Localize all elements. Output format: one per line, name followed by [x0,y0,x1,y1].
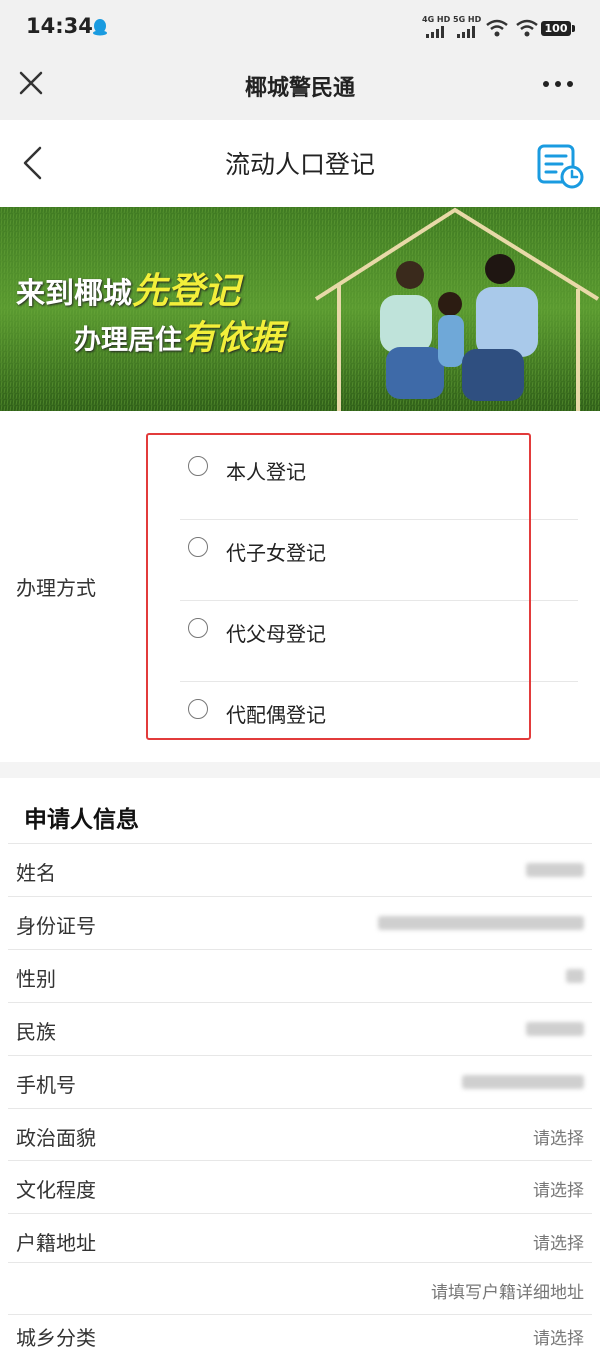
option-label: 代配偶登记 [226,703,326,727]
app-title: 椰城警民通 [244,76,355,101]
page-title: 流动人口登记 [224,150,375,179]
field-row-id-number[interactable]: 身份证号 [8,896,592,950]
masked-value [526,863,584,877]
option-label: 本人登记 [226,460,306,484]
address-detail-input[interactable]: 请填写户籍详细地址 [431,1278,584,1303]
select-placeholder[interactable]: 请选择 [533,1229,584,1254]
field-label: 姓名 [16,861,56,885]
wifi-share-icon [486,19,508,37]
option-spouse-registration[interactable]: 代配偶登记 [180,683,578,743]
field-label: 文化程度 [16,1178,96,1202]
applicant-section-title: 申请人信息 [24,807,139,833]
banner-slogan-line2: 办理居住有依据 [74,310,284,359]
field-row-address-detail[interactable]: 请填写户籍详细地址 [8,1262,592,1316]
banner-line2-highlight: 有依据 [182,318,284,358]
signal-bars-icon [426,26,444,38]
option-child-registration[interactable]: 代子女登记 [180,521,578,601]
status-time: 14:34 [26,14,93,38]
banner-line1-highlight: 先登记 [132,270,241,312]
field-label: 政治面貌 [16,1126,96,1150]
divider [180,681,578,682]
option-self-registration[interactable]: 本人登记 [180,440,578,520]
option-parent-registration[interactable]: 代父母登记 [180,602,578,682]
field-label: 手机号 [16,1073,76,1097]
signal-bars-icon-2 [457,26,475,38]
wifi-icon [516,19,538,37]
network-label-2: 5G HD [453,15,482,24]
qq-notification-icon [93,19,107,36]
divider [180,519,578,520]
battery-indicator: 100 [541,21,571,36]
field-row-gender[interactable]: 性别 [8,949,592,1003]
masked-value [378,916,584,930]
radio-icon[interactable] [188,699,208,719]
banner-slogan-line1: 来到椰城先登记 [16,262,240,314]
field-row-name[interactable]: 姓名 [8,843,592,897]
option-label: 代父母登记 [226,622,326,646]
banner-line1-prefix: 来到椰城 [16,276,133,310]
option-label: 代子女登记 [226,541,326,565]
urban-rural-label: 城乡分类 [16,1326,96,1350]
masked-value [566,969,584,983]
select-placeholder[interactable]: 请选择 [533,1124,584,1149]
urban-rural-select[interactable]: 请选择 [533,1324,584,1349]
banner-line2-prefix: 办理居住 [74,325,182,356]
field-row-political-status[interactable]: 政治面貌 请选择 [8,1108,592,1162]
masked-value [526,1022,584,1036]
radio-icon[interactable] [188,537,208,557]
field-label: 身份证号 [16,914,96,938]
field-row-ethnicity[interactable]: 民族 [8,1002,592,1056]
field-label: 户籍地址 [16,1231,96,1255]
field-row-education[interactable]: 文化程度 请选择 [8,1160,592,1214]
masked-value [462,1075,584,1089]
registration-records-icon[interactable] [535,143,585,189]
more-options-icon[interactable] [542,80,574,88]
section-separator [0,762,600,778]
field-row-phone[interactable]: 手机号 [8,1055,592,1109]
network-label-1: 4G HD [422,15,451,24]
divider [180,600,578,601]
field-label: 民族 [16,1020,56,1044]
field-row-household-address[interactable]: 户籍地址 请选择 [8,1213,592,1267]
battery-tip [572,25,575,32]
method-label: 办理方式 [16,576,96,600]
select-placeholder[interactable]: 请选择 [533,1176,584,1201]
radio-icon[interactable] [188,456,208,476]
field-label: 性别 [16,967,56,991]
radio-icon[interactable] [188,618,208,638]
